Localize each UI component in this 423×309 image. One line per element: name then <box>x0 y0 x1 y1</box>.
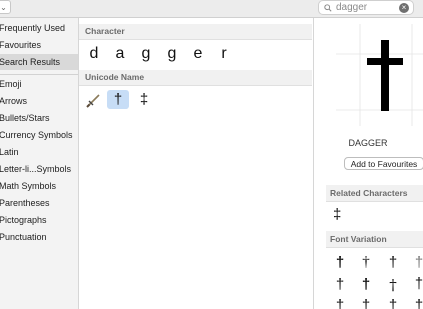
sidebar-item-label: Letter-li...Symbols <box>0 164 72 174</box>
font-variation-glyph[interactable]: † <box>386 254 400 271</box>
clear-icon[interactable]: × <box>399 3 409 13</box>
sidebar-item-label: Arrows <box>0 96 28 106</box>
sidebar-item-label: Frequently Used <box>0 23 66 33</box>
font-variation-glyph[interactable]: † <box>333 297 347 309</box>
unicode-name-section-header: Unicode Name <box>79 70 312 86</box>
character-name: DAGGER <box>348 138 388 148</box>
font-variation-glyph[interactable]: † <box>386 276 400 294</box>
unicode-result-selected[interactable]: † <box>107 90 129 109</box>
sidebar-item-punctuation[interactable]: Punctuation <box>0 229 78 245</box>
font-variation-glyph[interactable]: † <box>333 276 347 293</box>
font-variation-header: Font Variation <box>326 231 423 248</box>
sidebar-item-label: Pictographs <box>0 215 47 225</box>
sidebar-item-parentheses[interactable]: Parentheses <box>0 195 78 211</box>
related-character[interactable]: ‡ <box>333 206 341 223</box>
character-result[interactable]: r <box>211 45 237 63</box>
unicode-result[interactable]: ‡ <box>133 90 155 109</box>
section-title: Character <box>85 26 125 36</box>
font-variation-glyph[interactable]: † <box>359 254 373 271</box>
view-menu-button[interactable]: ⌄ <box>0 0 11 14</box>
search-input[interactable]: dagger <box>336 2 367 13</box>
category-sidebar: Frequently Used Favourites Search Result… <box>0 18 79 309</box>
sidebar-item-label: Parentheses <box>0 198 50 208</box>
related-characters-header: Related Characters <box>326 185 423 202</box>
sidebar-item-label: Math Symbols <box>0 181 57 191</box>
font-variation-glyph[interactable]: † <box>412 297 423 309</box>
character-result[interactable]: e <box>185 45 211 63</box>
sidebar-item-label: Punctuation <box>0 232 47 242</box>
sidebar-item-label: Currency Symbols <box>0 130 73 140</box>
section-title: Font Variation <box>330 234 387 244</box>
section-title: Related Characters <box>330 188 408 198</box>
character-result[interactable]: d <box>81 45 107 63</box>
sidebar-item-label: Emoji <box>0 79 22 89</box>
sidebar-item-letterlike-symbols[interactable]: Letter-li...Symbols <box>0 161 78 177</box>
character-result[interactable]: g <box>159 45 185 63</box>
character-result[interactable]: g <box>133 45 159 63</box>
character-section-header: Character <box>79 24 312 40</box>
character-result[interactable]: a <box>107 45 133 63</box>
sidebar-item-label: Bullets/Stars <box>0 113 50 123</box>
character-results-row: d a g g e r <box>79 40 312 68</box>
sidebar-item-bullets-stars[interactable]: Bullets/Stars <box>0 110 78 126</box>
font-variation-glyph[interactable]: † <box>359 276 373 293</box>
glyph-preview <box>336 24 423 126</box>
sidebar-divider <box>0 74 78 75</box>
search-field[interactable]: dagger × <box>318 0 414 15</box>
font-variation-glyph[interactable]: † <box>359 297 373 309</box>
font-variation-glyph[interactable]: † <box>333 254 347 271</box>
sidebar-item-latin[interactable]: Latin <box>0 144 78 160</box>
font-variation-grid: † † † † † † † † † † † † <box>326 252 423 309</box>
sidebar-item-search-results[interactable]: Search Results <box>0 54 78 70</box>
toolbar: ⌄ dagger × <box>0 0 423 18</box>
sidebar-item-label: Favourites <box>0 40 42 50</box>
section-title: Unicode Name <box>85 72 145 82</box>
sidebar-item-pictographs[interactable]: Pictographs <box>0 212 78 228</box>
font-variation-glyph[interactable]: † <box>386 297 400 309</box>
unicode-results-row: † ‡ <box>79 88 312 112</box>
sidebar-item-currency-symbols[interactable]: Currency Symbols <box>0 127 78 143</box>
chevron-down-icon: ⌄ <box>0 2 7 12</box>
add-to-favourites-button[interactable]: Add to Favourites <box>344 157 423 170</box>
sidebar-item-frequently-used[interactable]: Frequently Used <box>0 20 78 36</box>
sidebar-item-emoji[interactable]: Emoji <box>0 76 78 92</box>
sidebar-item-label: Search Results <box>0 57 61 67</box>
sidebar-item-label: Latin <box>0 147 19 157</box>
font-variation-glyph[interactable]: † <box>412 254 423 271</box>
search-icon <box>324 3 332 12</box>
sidebar-item-math-symbols[interactable]: Math Symbols <box>0 178 78 194</box>
sidebar-item-favourites[interactable]: Favourites <box>0 37 78 53</box>
dagger-knife-icon[interactable] <box>83 90 105 109</box>
font-variation-glyph[interactable]: † <box>412 276 423 293</box>
sidebar-item-arrows[interactable]: Arrows <box>0 93 78 109</box>
